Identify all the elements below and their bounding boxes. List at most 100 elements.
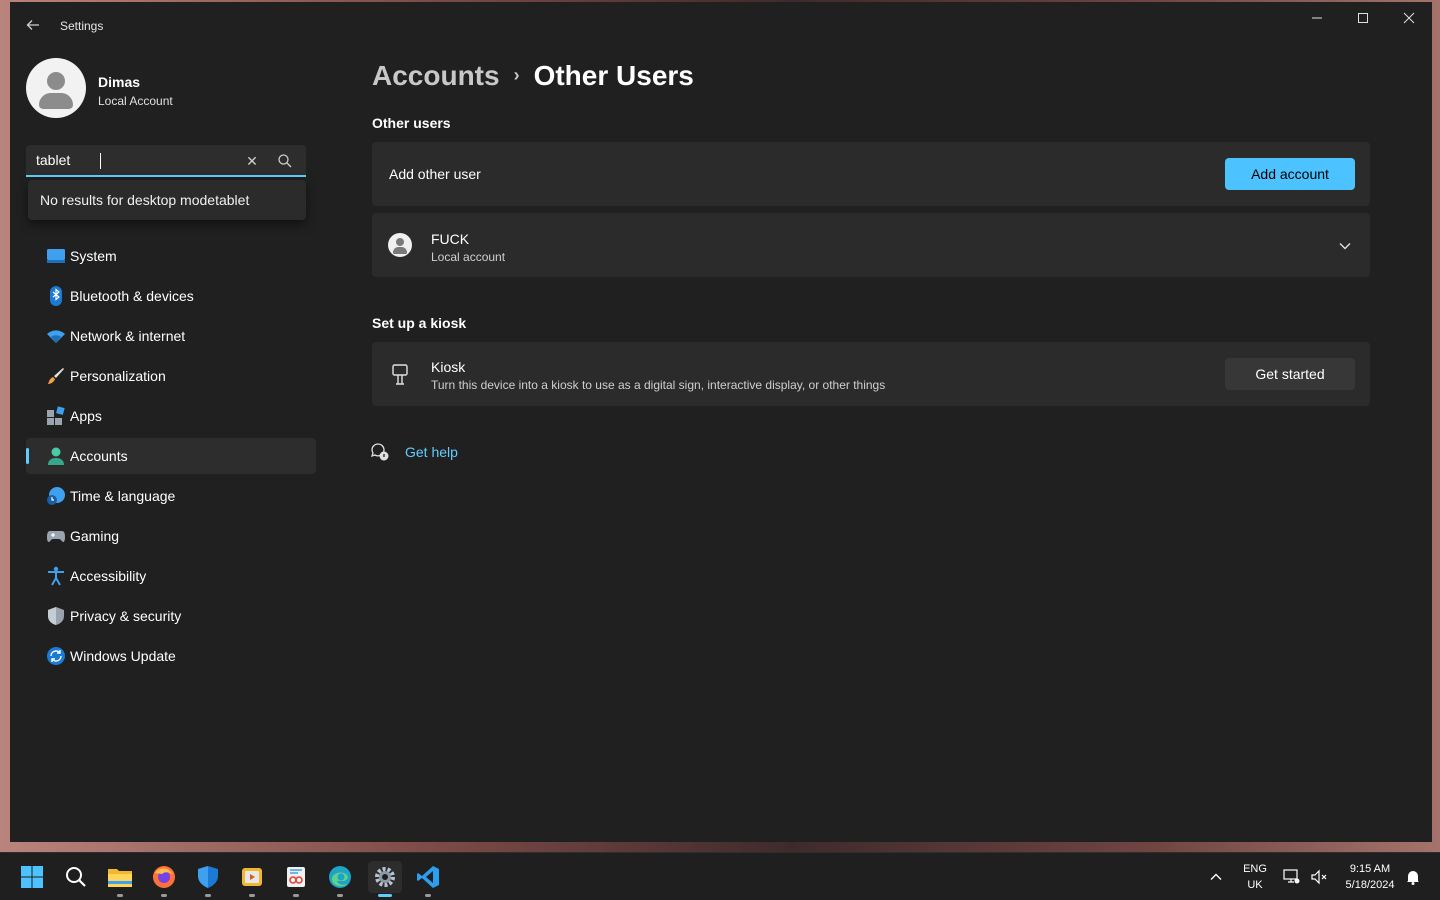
kiosk-card: Kiosk Turn this device into a kiosk to u… [372,342,1370,406]
clock-date: 5/18/2024 [1345,879,1395,891]
sidebar-item-bluetooth[interactable]: Bluetooth & devices [26,278,316,314]
defender-icon [198,866,218,888]
search-input[interactable] [28,147,238,173]
taskbar-defender[interactable] [192,861,224,897]
sidebar-item-gaming[interactable]: Gaming [26,518,316,554]
start-button[interactable] [16,861,48,893]
settings-search-box: ✕ [26,145,306,177]
search-icon[interactable] [276,152,294,170]
windows-logo-icon [21,866,43,888]
no-results-message: No results for desktop modetablet [40,192,250,208]
arrow-left-icon [26,20,39,30]
sidebar-item-label: Windows Update [70,648,176,664]
maximize-button[interactable] [1340,2,1386,34]
search-icon [66,867,86,887]
user-entry-card[interactable]: FUCK Local account [372,213,1370,277]
gamepad-icon [47,531,65,542]
settings-window: Settings Dimas Local Account ✕ No result… [10,2,1432,842]
taskbar-firefox[interactable] [148,861,180,897]
profile-account-type: Local Account [98,94,173,108]
clock[interactable]: 9:15 AM 5/18/2024 [1338,861,1402,893]
brush-icon [48,368,64,384]
apps-icon [47,406,65,425]
system-icon [47,249,65,263]
user-account-type: Local account [431,250,506,264]
taskbar-media-player[interactable] [236,861,268,897]
sidebar-item-accessibility[interactable]: Accessibility [26,558,316,594]
title-bar: Settings [10,2,1432,48]
kiosk-heading: Set up a kiosk [372,315,467,331]
taskbar-settings[interactable] [368,861,402,897]
running-indicator [249,894,255,897]
user-avatar-icon [388,233,412,257]
globe-clock-icon [47,487,65,505]
notifications-button[interactable] [1400,861,1426,893]
sidebar-item-network[interactable]: Network & internet [26,318,316,354]
sidebar-item-label: Time & language [70,488,176,504]
breadcrumb: Accounts › Other Users [372,60,694,92]
sidebar-item-label: Apps [70,408,102,424]
bell-icon [1407,871,1419,885]
sidebar-item-label: Gaming [70,528,120,544]
vscode-icon [417,866,439,888]
running-indicator [425,894,431,897]
sync-icon [47,647,65,665]
keyboard-layout: UK [1247,879,1263,891]
other-users-heading: Other users [372,115,451,131]
user-profile[interactable]: Dimas Local Account [26,58,316,122]
accessibility-icon [48,566,64,586]
sidebar-item-personalization[interactable]: Personalization [26,358,316,394]
person-icon [48,447,64,465]
taskbar-file-explorer[interactable] [104,861,136,897]
sidebar-item-label: Personalization [70,368,166,384]
get-started-button[interactable]: Get started [1225,358,1355,390]
taskbar-vscode[interactable] [412,861,444,897]
shield-icon [48,607,64,625]
text-caret [100,153,101,169]
network-disconnected-icon [1283,869,1300,884]
minimize-icon [1312,17,1322,19]
clear-search-button[interactable]: ✕ [242,150,262,172]
close-button[interactable] [1386,2,1432,34]
sidebar-item-apps[interactable]: Apps [26,398,316,434]
running-indicator [117,894,123,897]
maximize-icon [1358,13,1368,23]
minimize-button[interactable] [1294,2,1340,34]
clock-time: 9:15 AM [1349,863,1391,875]
get-help-link[interactable]: Get help [405,444,458,460]
taskbar-edge[interactable] [324,861,356,897]
volume-muted-icon [1311,869,1327,885]
add-account-button[interactable]: Add account [1225,158,1355,190]
taskbar-snipping-tool[interactable] [280,861,312,897]
volume-button[interactable] [1304,861,1334,893]
chevron-up-icon [1210,873,1222,880]
breadcrumb-parent[interactable]: Accounts [372,60,500,91]
help-chat-icon [370,443,389,461]
breadcrumb-separator: › [513,65,520,85]
bluetooth-icon [50,286,62,306]
user-name: FUCK [431,231,470,247]
app-title: Settings [60,19,104,33]
kiosk-title: Kiosk [431,359,466,375]
sidebar-item-accounts[interactable]: Accounts [26,438,316,474]
wifi-icon [47,330,65,343]
sidebar-item-windows-update[interactable]: Windows Update [26,638,316,674]
running-indicator [337,894,343,897]
taskbar: ENG UK 9:15 AM 5/18/2024 [0,852,1440,900]
show-hidden-icons-button[interactable] [1201,861,1231,893]
sidebar-item-time-language[interactable]: Time & language [26,478,316,514]
active-indicator [378,894,392,897]
chevron-down-icon[interactable] [1338,239,1352,253]
taskbar-search-button[interactable] [60,861,92,893]
network-status-button[interactable] [1276,861,1306,893]
close-icon [1403,12,1415,24]
back-button[interactable] [20,12,46,38]
running-indicator [205,894,211,897]
avatar [26,58,86,118]
search-suggestions-popup: No results for desktop modetablet [28,180,306,220]
input-language-indicator[interactable]: ENG UK [1238,861,1272,893]
profile-name: Dimas [98,74,141,90]
sidebar-item-privacy[interactable]: Privacy & security [26,598,316,634]
sidebar-item-system[interactable]: System [26,238,316,274]
running-indicator [161,894,167,897]
